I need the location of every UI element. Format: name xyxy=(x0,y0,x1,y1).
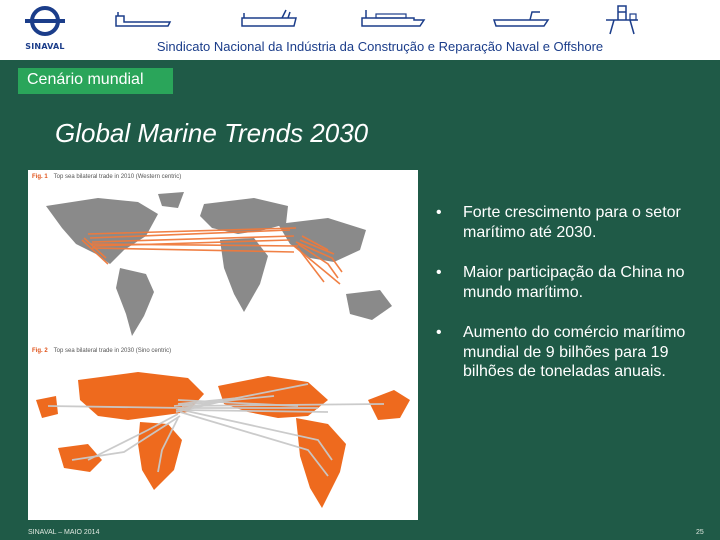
supply-vessel-icon xyxy=(492,11,550,27)
page-number: 25 xyxy=(696,529,704,536)
map-2030-sino-centric xyxy=(36,372,410,508)
tanker-ship-icon xyxy=(115,12,172,27)
bullet-dot: • xyxy=(436,264,442,281)
fig1-caption: Fig. 1 Top sea bilateral trade in 2010 (W… xyxy=(32,174,181,180)
bullet-text: Aumento do comércio marítimo mundial de … xyxy=(463,324,686,380)
bullet-list: • Forte crescimento para o setor marítimo… xyxy=(436,203,701,403)
fig1-number: Fig. 1 xyxy=(32,174,48,180)
sinaval-emblem-icon xyxy=(25,6,65,36)
slide-title: Global Marine Trends 2030 xyxy=(55,118,369,148)
fig1-caption-text: Top sea bilateral trade in 2010 (Western… xyxy=(53,174,182,180)
container-ship-icon xyxy=(361,10,426,27)
fig2-number: Fig. 2 xyxy=(32,348,48,354)
bullet-dot: • xyxy=(436,324,442,341)
trade-maps-figure: Fig. 1 Top sea bilateral trade in 2010 (W… xyxy=(28,170,418,520)
bullet-text: Maior participação da China no mundo mar… xyxy=(463,264,685,301)
bullet-item: • Aumento do comércio marítimo mundial de… xyxy=(436,323,701,382)
map-2010-western-centric xyxy=(46,192,392,336)
bullet-text: Forte crescimento para o setor marítimo … xyxy=(463,204,681,241)
section-label: Cenário mundial xyxy=(18,68,173,94)
bullet-dot: • xyxy=(436,204,442,221)
bulk-carrier-icon xyxy=(241,9,297,27)
header-title: Sindicato Nacional da Indústria da Const… xyxy=(156,39,604,54)
oil-platform-icon xyxy=(606,5,638,35)
bullet-item: • Maior participação da China no mundo ma… xyxy=(436,263,701,302)
fig2-caption: Fig. 2 Top sea bilateral trade in 2030 (S… xyxy=(32,348,171,354)
header-bar: SINAVAL Sindicato Nacional da Indústria … xyxy=(0,0,720,60)
logo-text: SINAVAL xyxy=(25,42,65,51)
footer-text: SINAVAL – MAIO 2014 xyxy=(28,529,100,536)
bullet-item: • Forte crescimento para o setor marítimo… xyxy=(436,203,701,242)
fig2-caption-text: Top sea bilateral trade in 2030 (Sino ce… xyxy=(53,348,172,354)
sinaval-logo: SINAVAL xyxy=(20,4,70,56)
